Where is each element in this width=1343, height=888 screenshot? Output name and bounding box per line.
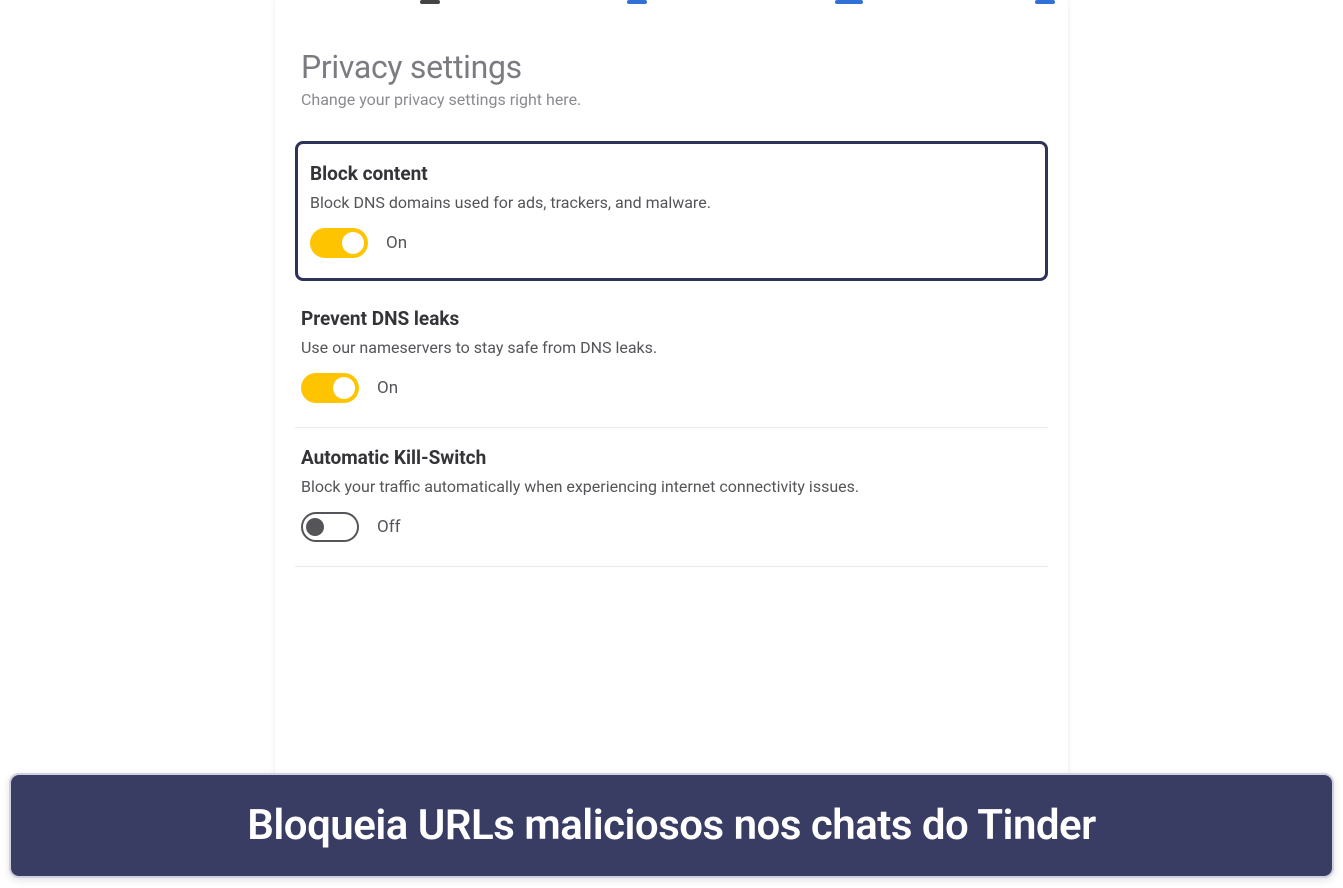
setting-prevent-dns-leaks: Prevent DNS leaks Use our nameservers to… <box>295 289 1048 428</box>
toggle-state-label: On <box>386 233 407 253</box>
toggle-row: Off <box>301 512 1042 542</box>
setting-desc: Block DNS domains used for ads, trackers… <box>310 193 1033 212</box>
setting-desc: Use our nameservers to stay safe from DN… <box>301 338 1042 357</box>
setting-block-content: Block content Block DNS domains used for… <box>295 141 1048 281</box>
toggle-knob <box>306 518 324 536</box>
tab-marker <box>1035 0 1055 4</box>
tab-indicators <box>275 0 1068 6</box>
tab-marker <box>420 0 440 4</box>
tab-marker <box>835 0 863 4</box>
page-title: Privacy settings <box>301 48 1042 86</box>
toggle-state-label: Off <box>377 517 401 537</box>
caption-banner: Bloqueia URLs maliciosos nos chats do Ti… <box>9 773 1334 878</box>
toggle-knob <box>342 232 364 254</box>
setting-kill-switch: Automatic Kill-Switch Block your traffic… <box>295 428 1048 567</box>
app-window: Privacy settings Change your privacy set… <box>275 0 1068 784</box>
toggle-row: On <box>310 228 1033 258</box>
setting-title: Block content <box>310 162 1033 185</box>
setting-title: Prevent DNS leaks <box>301 307 1042 330</box>
toggle-state-label: On <box>377 378 398 398</box>
caption-text: Bloqueia URLs maliciosos nos chats do Ti… <box>31 801 1312 850</box>
page-header: Privacy settings Change your privacy set… <box>275 0 1068 115</box>
kill-switch-toggle[interactable] <box>301 512 359 542</box>
tab-marker <box>627 0 647 4</box>
toggle-row: On <box>301 373 1042 403</box>
page-subtitle: Change your privacy settings right here. <box>301 90 1042 109</box>
setting-title: Automatic Kill-Switch <box>301 446 1042 469</box>
prevent-dns-leaks-toggle[interactable] <box>301 373 359 403</box>
toggle-knob <box>333 377 355 399</box>
settings-list: Block content Block DNS domains used for… <box>275 141 1068 567</box>
setting-desc: Block your traffic automatically when ex… <box>301 477 1042 496</box>
block-content-toggle[interactable] <box>310 228 368 258</box>
